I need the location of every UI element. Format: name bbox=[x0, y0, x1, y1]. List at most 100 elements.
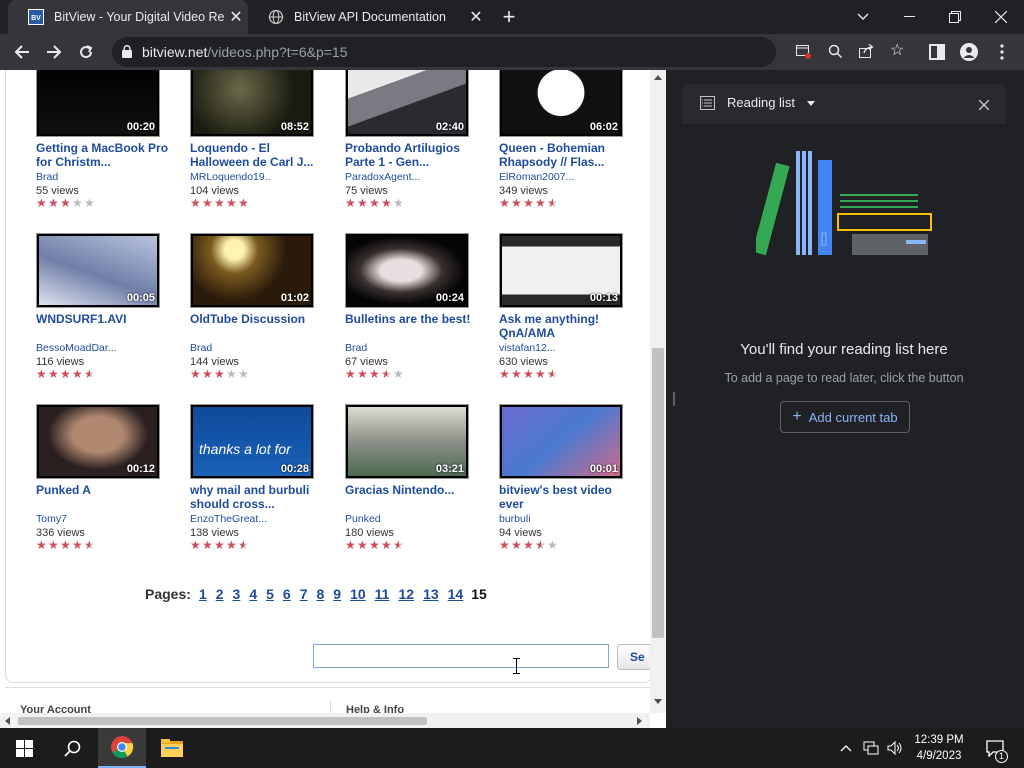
video-thumbnail[interactable]: 02:40 bbox=[345, 70, 469, 137]
video-uploader-link[interactable]: EnzoTheGreat... bbox=[190, 513, 267, 525]
video-uploader-link[interactable]: burbuli bbox=[499, 513, 531, 525]
video-thumbnail[interactable]: 00:01 bbox=[499, 404, 623, 479]
scrollbar-thumb[interactable] bbox=[18, 717, 427, 725]
tab-bitview[interactable]: BV BitView - Your Digital Video Repo ✕ bbox=[8, 0, 248, 34]
search-button[interactable]: Se bbox=[617, 644, 653, 670]
scroll-down-arrow-icon[interactable] bbox=[654, 699, 662, 704]
scroll-up-arrow-icon[interactable] bbox=[654, 75, 662, 80]
forward-arrow-icon[interactable] bbox=[40, 38, 68, 66]
video-uploader-link[interactable]: Brad bbox=[190, 342, 212, 354]
page-link[interactable]: 12 bbox=[398, 586, 414, 602]
lock-icon[interactable] bbox=[122, 45, 132, 63]
page-link[interactable]: 7 bbox=[300, 586, 308, 602]
video-uploader-link[interactable]: ParadoxAgent... bbox=[345, 171, 420, 183]
minimize-button[interactable] bbox=[886, 0, 932, 34]
profile-icon[interactable] bbox=[955, 38, 983, 66]
video-uploader-link[interactable]: Brad bbox=[345, 342, 367, 354]
zoom-search-icon[interactable] bbox=[828, 44, 843, 63]
video-uploader-link[interactable]: ElRoman2007... bbox=[499, 171, 574, 183]
video-thumbnail[interactable]: thanks a lot for 00:28 bbox=[190, 404, 314, 479]
back-arrow-icon[interactable] bbox=[8, 38, 36, 66]
video-title-link[interactable]: WNDSURF1.AVI bbox=[36, 312, 176, 326]
video-title-link[interactable]: Punked A bbox=[36, 483, 176, 497]
scroll-left-arrow-icon[interactable] bbox=[5, 717, 10, 725]
restore-button[interactable] bbox=[932, 0, 978, 34]
video-uploader-link[interactable]: Punked bbox=[345, 513, 381, 525]
page-link[interactable]: 9 bbox=[333, 586, 341, 602]
panel-dropdown-icon[interactable] bbox=[807, 101, 815, 106]
video-title-link[interactable]: Loquendo - El Halloween de Carl J... bbox=[190, 141, 330, 169]
star-icon: ★ bbox=[238, 196, 249, 210]
close-panel-icon[interactable] bbox=[978, 97, 990, 115]
video-title-link[interactable]: Queen - Bohemian Rhapsody // Flas... bbox=[499, 141, 639, 169]
side-panel-icon[interactable] bbox=[923, 38, 951, 66]
horizontal-scrollbar[interactable] bbox=[0, 713, 650, 728]
video-uploader-link[interactable]: Tomy7 bbox=[36, 513, 67, 525]
search-input[interactable] bbox=[313, 644, 609, 668]
video-thumbnail[interactable]: 00:20 bbox=[36, 70, 160, 137]
video-title-link[interactable]: Ask me anything! QnA/AMA bbox=[499, 312, 639, 340]
video-title-link[interactable]: Gracias Nintendo... bbox=[345, 483, 485, 497]
video-thumbnail[interactable]: 00:24 bbox=[345, 233, 469, 308]
video-title-link[interactable]: bitview's best video ever bbox=[499, 483, 639, 511]
menu-kebab-icon[interactable] bbox=[988, 38, 1016, 66]
side-panel-resize-handle[interactable] bbox=[666, 70, 682, 728]
show-hidden-icons-chevron-icon[interactable] bbox=[836, 728, 856, 768]
panel-body: You'll find your reading list here To ad… bbox=[682, 124, 1006, 712]
scroll-right-arrow-icon[interactable] bbox=[637, 717, 642, 725]
panel-title[interactable]: Reading list bbox=[727, 95, 795, 110]
page-link[interactable]: 2 bbox=[216, 586, 224, 602]
vertical-scrollbar[interactable] bbox=[650, 70, 666, 713]
tab-search-chevron-icon[interactable] bbox=[840, 0, 886, 34]
video-uploader-link[interactable]: BessoMoadDar... bbox=[36, 342, 117, 354]
video-uploader-link[interactable]: MRLoquendo19.. bbox=[190, 171, 271, 183]
page-link[interactable]: 5 bbox=[266, 586, 274, 602]
star-icon: ★ bbox=[84, 538, 95, 552]
star-icon: ★ bbox=[345, 367, 356, 381]
video-thumbnail[interactable]: 00:12 bbox=[36, 404, 160, 479]
video-uploader-link[interactable]: Brad bbox=[36, 171, 58, 183]
video-title-link[interactable]: why mail and burbuli should cross... bbox=[190, 483, 330, 511]
tab-api-docs[interactable]: BitView API Documentation ✕ bbox=[248, 0, 488, 34]
video-thumbnail[interactable]: 00:13 bbox=[499, 233, 623, 308]
scrollbar-thumb[interactable] bbox=[652, 348, 664, 638]
page-link[interactable]: 4 bbox=[249, 586, 257, 602]
video-title-link[interactable]: Bulletins are the best! bbox=[345, 312, 485, 326]
bookmark-star-icon[interactable]: ☆ bbox=[890, 43, 904, 59]
page-link[interactable]: 13 bbox=[423, 586, 439, 602]
system-clock[interactable]: 12:39 PM 4/9/2023 bbox=[904, 732, 974, 764]
page-link[interactable]: 1 bbox=[199, 586, 207, 602]
reload-icon[interactable] bbox=[72, 38, 100, 66]
add-current-tab-button[interactable]: + Add current tab bbox=[780, 401, 910, 433]
close-tab-icon[interactable]: ✕ bbox=[224, 7, 248, 27]
video-title-link[interactable]: OldTube Discussion bbox=[190, 312, 330, 326]
video-thumbnail[interactable]: 01:02 bbox=[190, 233, 314, 308]
video-title-link[interactable]: Getting a MacBook Pro for Christm... bbox=[36, 141, 176, 169]
file-explorer-taskbar-button[interactable] bbox=[148, 728, 196, 768]
page-link[interactable]: 6 bbox=[283, 586, 291, 602]
video-thumbnail[interactable]: 08:52 bbox=[190, 70, 314, 137]
video-thumbnail[interactable]: 03:21 bbox=[345, 404, 469, 479]
page-link[interactable]: 3 bbox=[233, 586, 241, 602]
star-icon: ★ bbox=[36, 196, 47, 210]
volume-icon[interactable] bbox=[884, 728, 906, 768]
start-button[interactable] bbox=[0, 728, 48, 768]
blocked-popup-icon[interactable] bbox=[796, 45, 811, 64]
close-window-button[interactable] bbox=[978, 0, 1024, 34]
video-title-link[interactable]: Probando Artilugios Parte 1 - Gen... bbox=[345, 141, 485, 169]
page-link[interactable]: 11 bbox=[375, 586, 390, 602]
video-thumbnail[interactable]: 00:05 bbox=[36, 233, 160, 308]
address-bar[interactable]: bitview.net/videos.php?t=6&p=15 ☆ bbox=[112, 37, 904, 67]
network-icon[interactable] bbox=[860, 728, 882, 768]
search-taskbar-button[interactable] bbox=[48, 728, 96, 768]
chrome-taskbar-button[interactable] bbox=[98, 728, 146, 768]
video-thumbnail[interactable]: 06:02 bbox=[499, 70, 623, 137]
close-tab-icon[interactable]: ✕ bbox=[464, 7, 488, 27]
new-tab-button[interactable]: + bbox=[492, 0, 526, 34]
notification-center-icon[interactable]: 1 bbox=[980, 728, 1010, 768]
video-uploader-link[interactable]: vistafan12... bbox=[499, 342, 556, 354]
page-link[interactable]: 8 bbox=[317, 586, 325, 602]
page-link[interactable]: 10 bbox=[350, 586, 366, 602]
share-icon[interactable] bbox=[859, 43, 874, 63]
page-link[interactable]: 14 bbox=[448, 586, 464, 602]
